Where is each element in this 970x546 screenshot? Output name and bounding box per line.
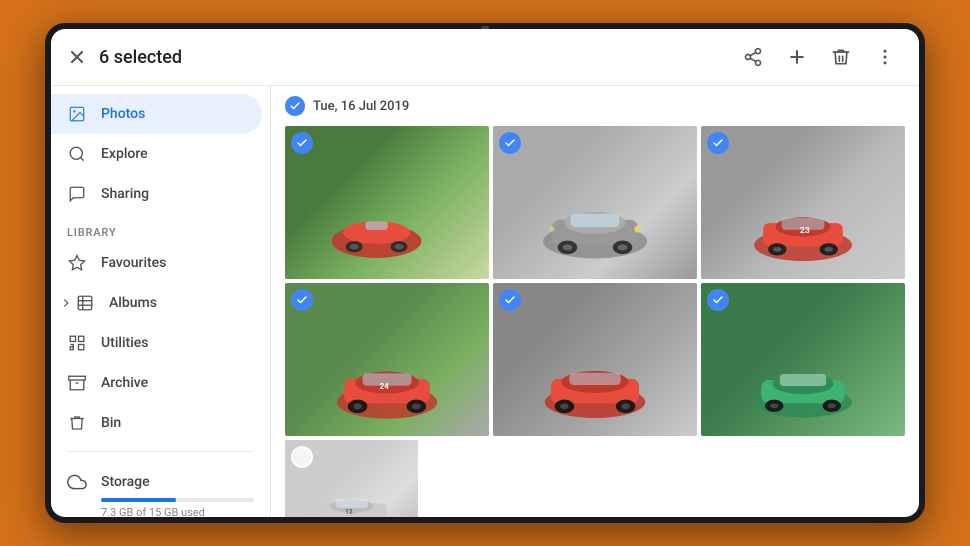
sharing-label: Sharing — [101, 186, 149, 202]
sidebar: Photos Explore — [51, 86, 271, 517]
top-bar-left: 6 selected — [67, 47, 182, 68]
explore-icon — [67, 144, 87, 164]
utilities-icon — [67, 333, 87, 353]
storage-section: Storage 7.3 GB of 15 GB used — [51, 460, 270, 517]
bin-label: Bin — [101, 415, 121, 431]
photo-item-2[interactable] — [493, 126, 697, 279]
photo-item-1[interactable] — [285, 126, 489, 279]
explore-label: Explore — [101, 146, 148, 162]
photo-5-checkbox[interactable] — [499, 289, 521, 311]
sidebar-item-archive[interactable]: Archive — [51, 363, 262, 403]
svg-text:12: 12 — [345, 507, 353, 515]
svg-text:24: 24 — [380, 382, 390, 391]
albums-chevron-icon — [59, 296, 73, 310]
photo-grid-row1: 23 — [285, 126, 905, 279]
top-bar-actions — [735, 39, 903, 75]
add-button[interactable] — [779, 39, 815, 75]
photos-label: Photos — [101, 106, 145, 122]
device-frame: 6 selected — [45, 23, 925, 523]
svg-text:23: 23 — [800, 226, 810, 236]
favourites-label: Favourites — [101, 255, 166, 271]
delete-button[interactable] — [823, 39, 859, 75]
sidebar-item-photos[interactable]: Photos — [51, 94, 262, 134]
photo-item-7[interactable]: 12 — [285, 440, 418, 517]
top-bar: 6 selected — [51, 29, 919, 86]
library-section-label: LIBRARY — [51, 214, 270, 243]
photo-grid-row3: 12 — [285, 440, 905, 517]
photo-1-checkbox[interactable] — [291, 132, 313, 154]
photo-6-checkbox[interactable] — [707, 289, 729, 311]
sidebar-item-bin[interactable]: Bin — [51, 403, 262, 443]
photo-2-checkbox[interactable] — [499, 132, 521, 154]
storage-usage-text: 7.3 GB of 15 GB used — [101, 506, 254, 517]
storage-label: Storage — [101, 474, 150, 490]
cloud-icon — [67, 472, 87, 492]
date-header: Tue, 16 Jul 2019 — [285, 96, 905, 116]
date-check-icon — [285, 96, 305, 116]
share-button[interactable] — [735, 39, 771, 75]
photo-item-4[interactable]: 24 — [285, 283, 489, 436]
date-label: Tue, 16 Jul 2019 — [313, 99, 409, 114]
star-icon — [67, 253, 87, 273]
sidebar-divider — [67, 451, 254, 452]
screen: 6 selected — [51, 29, 919, 517]
sharing-icon — [67, 184, 87, 204]
albums-label: Albums — [109, 295, 157, 311]
archive-icon — [67, 373, 87, 393]
photo-item-3[interactable]: 23 — [701, 126, 905, 279]
sidebar-item-sharing[interactable]: Sharing — [51, 174, 262, 214]
storage-bar-fill — [101, 498, 176, 502]
utilities-label: Utilities — [101, 335, 148, 351]
sidebar-item-utilities[interactable]: Utilities — [51, 323, 262, 363]
main-content: Photos Explore — [51, 86, 919, 517]
photo-3-checkbox[interactable] — [707, 132, 729, 154]
photo-item-6[interactable] — [701, 283, 905, 436]
bin-icon — [67, 413, 87, 433]
storage-bar — [101, 498, 254, 502]
archive-label: Archive — [101, 375, 148, 391]
sidebar-item-favourites[interactable]: Favourites — [51, 243, 262, 283]
photo-grid-row2: 24 — [285, 283, 905, 436]
photo-7-checkbox[interactable] — [291, 446, 313, 468]
photo-item-5[interactable] — [493, 283, 697, 436]
selected-count-label: 6 selected — [99, 47, 182, 68]
photo-4-checkbox[interactable] — [291, 289, 313, 311]
more-button[interactable] — [867, 39, 903, 75]
photo-area: Tue, 16 Jul 2019 — [271, 86, 919, 517]
sidebar-item-albums[interactable]: Albums — [51, 283, 262, 323]
close-button[interactable] — [67, 47, 87, 67]
albums-icon — [75, 293, 95, 313]
photos-icon — [67, 104, 87, 124]
sidebar-item-explore[interactable]: Explore — [51, 134, 262, 174]
storage-header[interactable]: Storage — [67, 472, 254, 492]
